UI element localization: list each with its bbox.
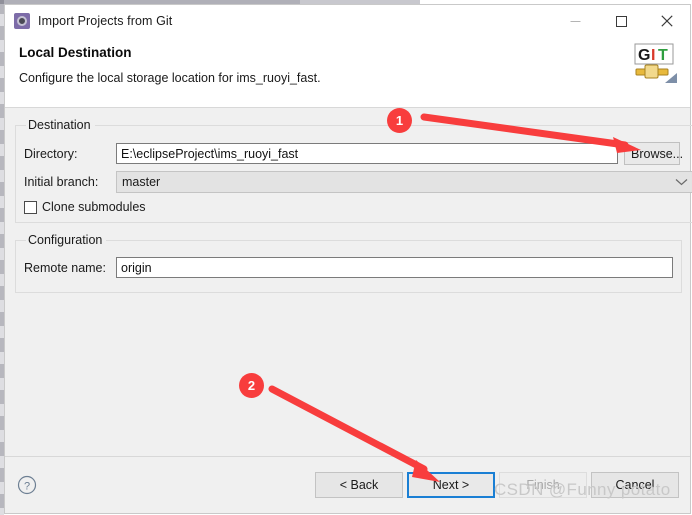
minimize-icon <box>570 20 580 22</box>
maximize-button[interactable] <box>598 5 644 37</box>
svg-text:T: T <box>658 47 668 64</box>
remote-name-label: Remote name: <box>24 260 106 275</box>
remote-name-input[interactable] <box>116 257 673 278</box>
import-projects-dialog: Import Projects from Git Local Destinati… <box>4 4 692 514</box>
next-button[interactable]: Next > <box>407 472 495 498</box>
cancel-button[interactable]: Cancel <box>591 472 679 498</box>
destination-legend: Destination <box>28 118 91 132</box>
directory-label: Directory: <box>24 146 78 161</box>
initial-branch-row: Initial branch: master <box>24 171 692 193</box>
minimize-button[interactable] <box>552 5 598 37</box>
window-title: Import Projects from Git <box>38 14 173 28</box>
close-button[interactable] <box>644 5 690 37</box>
initial-branch-combo[interactable]: master <box>116 171 692 193</box>
window-controls <box>552 5 690 37</box>
page-title: Local Destination <box>19 45 132 60</box>
svg-text:I: I <box>651 47 655 64</box>
annotation-marker-2: 2 <box>239 373 264 398</box>
screenshot-root: Import Projects from Git Local Destinati… <box>0 0 692 515</box>
annotation-marker-1: 1 <box>387 108 412 133</box>
directory-input[interactable] <box>116 143 618 164</box>
destination-group: Destination Directory: Browse... Initial… <box>15 118 692 223</box>
svg-text:?: ? <box>24 481 30 493</box>
git-logo-icon: G I T <box>634 43 677 83</box>
clone-submodules-label: Clone submodules <box>42 200 146 214</box>
help-icon[interactable]: ? <box>17 475 37 495</box>
back-button[interactable]: < Back <box>315 472 403 498</box>
chevron-down-icon <box>675 175 688 189</box>
page-description: Configure the local storage location for… <box>19 71 321 85</box>
configuration-legend: Configuration <box>28 233 103 247</box>
maximize-icon <box>615 15 627 27</box>
clone-submodules-checkbox[interactable] <box>24 200 37 214</box>
initial-branch-value: master <box>122 175 161 189</box>
eclipse-import-icon <box>14 13 30 29</box>
svg-text:G: G <box>638 47 650 64</box>
title-bar: Import Projects from Git <box>5 5 690 37</box>
initial-branch-label: Initial branch: <box>24 175 99 189</box>
wizard-buttons: < Back Next > Finish Cancel <box>311 472 679 498</box>
wizard-banner: Local Destination Configure the local st… <box>5 37 690 108</box>
dialog-body: Destination Directory: Browse... Initial… <box>5 108 692 456</box>
finish-button: Finish <box>499 472 587 498</box>
close-icon <box>661 15 673 27</box>
remote-name-row: Remote name: <box>24 257 673 278</box>
configuration-group: Configuration Remote name: <box>15 233 682 293</box>
clone-submodules-row[interactable]: Clone submodules <box>24 200 692 214</box>
directory-row: Directory: Browse... <box>24 142 692 165</box>
browse-button[interactable]: Browse... <box>624 142 683 165</box>
dialog-footer: ? < Back Next > Finish Cancel <box>5 456 690 513</box>
